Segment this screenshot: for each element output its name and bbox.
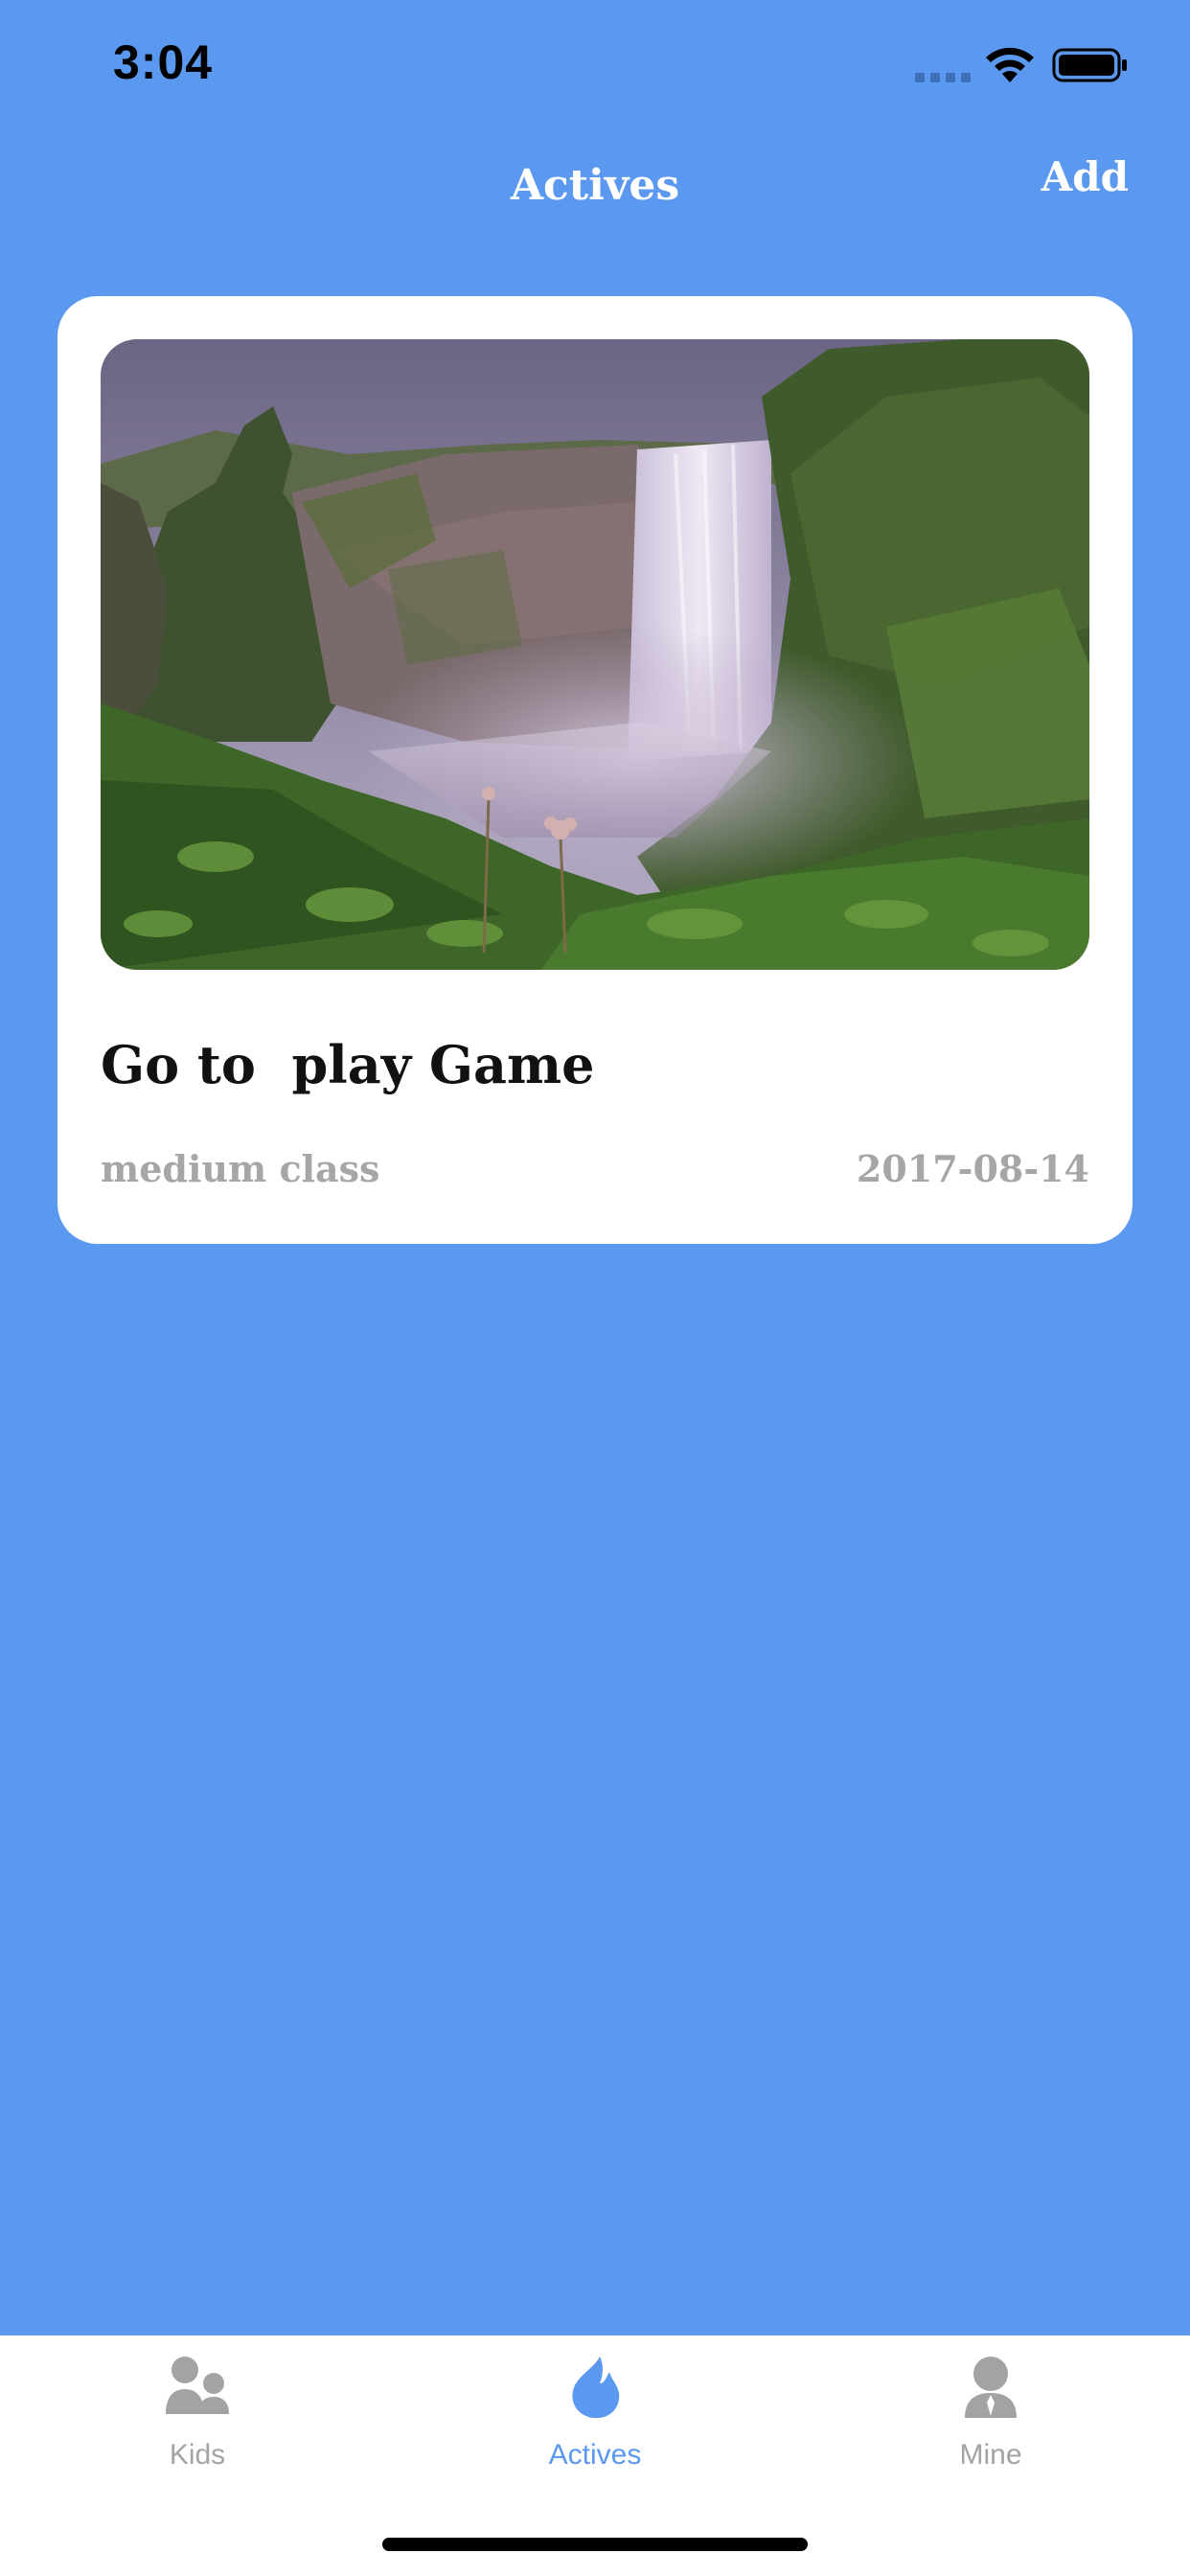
page-title: Actives [510, 161, 680, 210]
activity-class: medium class [101, 1147, 380, 1190]
person-icon [965, 2357, 1017, 2418]
activity-card[interactable]: Go to play Game medium class 2017-08-14 [57, 296, 1133, 1244]
activity-date: 2017-08-14 [856, 1147, 1089, 1190]
battery-icon [1052, 48, 1127, 82]
status-bar: 3:04 [0, 0, 1190, 125]
activity-image [101, 339, 1089, 970]
cellular-signal-icon [915, 73, 971, 82]
tab-kids-label: Kids [169, 2439, 226, 2471]
kids-icon [166, 2357, 229, 2414]
tab-mine[interactable]: Mine [876, 2335, 1106, 2498]
status-time: 3:04 [113, 35, 214, 89]
flame-icon [572, 2357, 620, 2419]
tab-mine-label: Mine [959, 2439, 1022, 2471]
wifi-icon [986, 47, 1034, 82]
tab-actives-label: Actives [548, 2439, 642, 2471]
activity-title: Go to play Game [101, 1034, 595, 1095]
tab-kids[interactable]: Kids [82, 2335, 312, 2498]
tab-actives[interactable]: Actives [480, 2335, 710, 2498]
add-button[interactable]: Add [1041, 153, 1129, 200]
home-indicator [382, 2538, 808, 2551]
waterfall-image [101, 339, 1089, 970]
